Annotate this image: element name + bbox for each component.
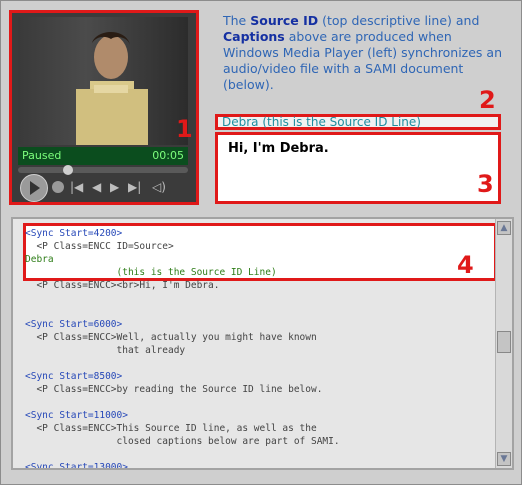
caption-area: Debra (this is the Source ID Line) Hi, I…	[215, 114, 501, 204]
caption-display: Hi, I'm Debra.	[215, 132, 501, 204]
video-display	[18, 17, 188, 145]
player-controls: |◀ ◀ ▶ ▶| ◁)	[18, 174, 188, 202]
play-icon[interactable]	[20, 174, 48, 202]
next-icon[interactable]: ▶|	[128, 174, 141, 200]
source-id-term: Source ID	[250, 13, 319, 28]
callout-number-2: 2	[479, 86, 496, 114]
scroll-down-icon[interactable]: ▼	[497, 452, 511, 466]
player-status-bar: Paused 00:05	[18, 147, 188, 165]
mute-icon[interactable]: ◁)	[152, 174, 166, 200]
code-line: <Sync Start=8500>	[25, 371, 123, 382]
vertical-scrollbar[interactable]: ▲ ▼	[495, 219, 512, 468]
code-line: (this is the Source ID Line)	[25, 267, 277, 278]
code-line: <Sync Start=4200>	[25, 228, 123, 239]
scroll-thumb[interactable]	[497, 331, 511, 353]
code-line: Debra	[25, 254, 54, 265]
stop-icon[interactable]	[52, 181, 64, 193]
code-line: closed captions below are part of SAMI.	[25, 436, 340, 447]
source-id-line: Debra (this is the Source ID Line)	[215, 114, 501, 130]
rewind-icon[interactable]: ◀	[92, 174, 101, 200]
description-text: The Source ID (top descriptive line) and…	[223, 13, 502, 92]
media-player: Paused 00:05 |◀ ◀ ▶ ▶| ◁) 1	[9, 10, 199, 205]
caption-text: Hi, I'm Debra.	[228, 141, 329, 156]
seek-bar[interactable]	[18, 165, 188, 175]
code-line: <Sync Start=11000>	[25, 410, 128, 421]
callout-number-4: 4	[457, 251, 474, 279]
playback-status: Paused	[22, 149, 62, 162]
playback-time: 00:05	[152, 149, 184, 162]
sami-code-pane[interactable]: <Sync Start=4200> <P Class=ENCC ID=Sourc…	[11, 217, 514, 470]
sami-code-text: <Sync Start=4200> <P Class=ENCC ID=Sourc…	[25, 227, 340, 470]
scroll-up-icon[interactable]: ▲	[497, 221, 511, 235]
callout-number-3: 3	[477, 170, 494, 198]
code-line: <P Class=ENCC>by reading the Source ID l…	[25, 384, 323, 395]
code-line: <Sync Start=13000>	[25, 462, 128, 470]
code-line: <P Class=ENCC>Well, actually you might h…	[25, 332, 317, 343]
code-line: <Sync Start=6000>	[25, 319, 123, 330]
sami-demo-window: Paused 00:05 |◀ ◀ ▶ ▶| ◁) 1 The Source I…	[0, 0, 522, 485]
code-line: <P Class=ENCC ID=Source>	[25, 241, 174, 252]
previous-icon[interactable]: |◀	[70, 174, 83, 200]
code-line: <P Class=ENCC><br>Hi, I'm Debra.	[25, 280, 220, 291]
callout-number-1: 1	[176, 115, 193, 143]
code-line: that already	[25, 345, 186, 356]
forward-icon[interactable]: ▶	[110, 174, 119, 200]
captions-term: Captions	[223, 29, 285, 44]
presenter-video-frame	[76, 32, 148, 145]
code-line: <P Class=ENCC>This Source ID line, as we…	[25, 423, 317, 434]
